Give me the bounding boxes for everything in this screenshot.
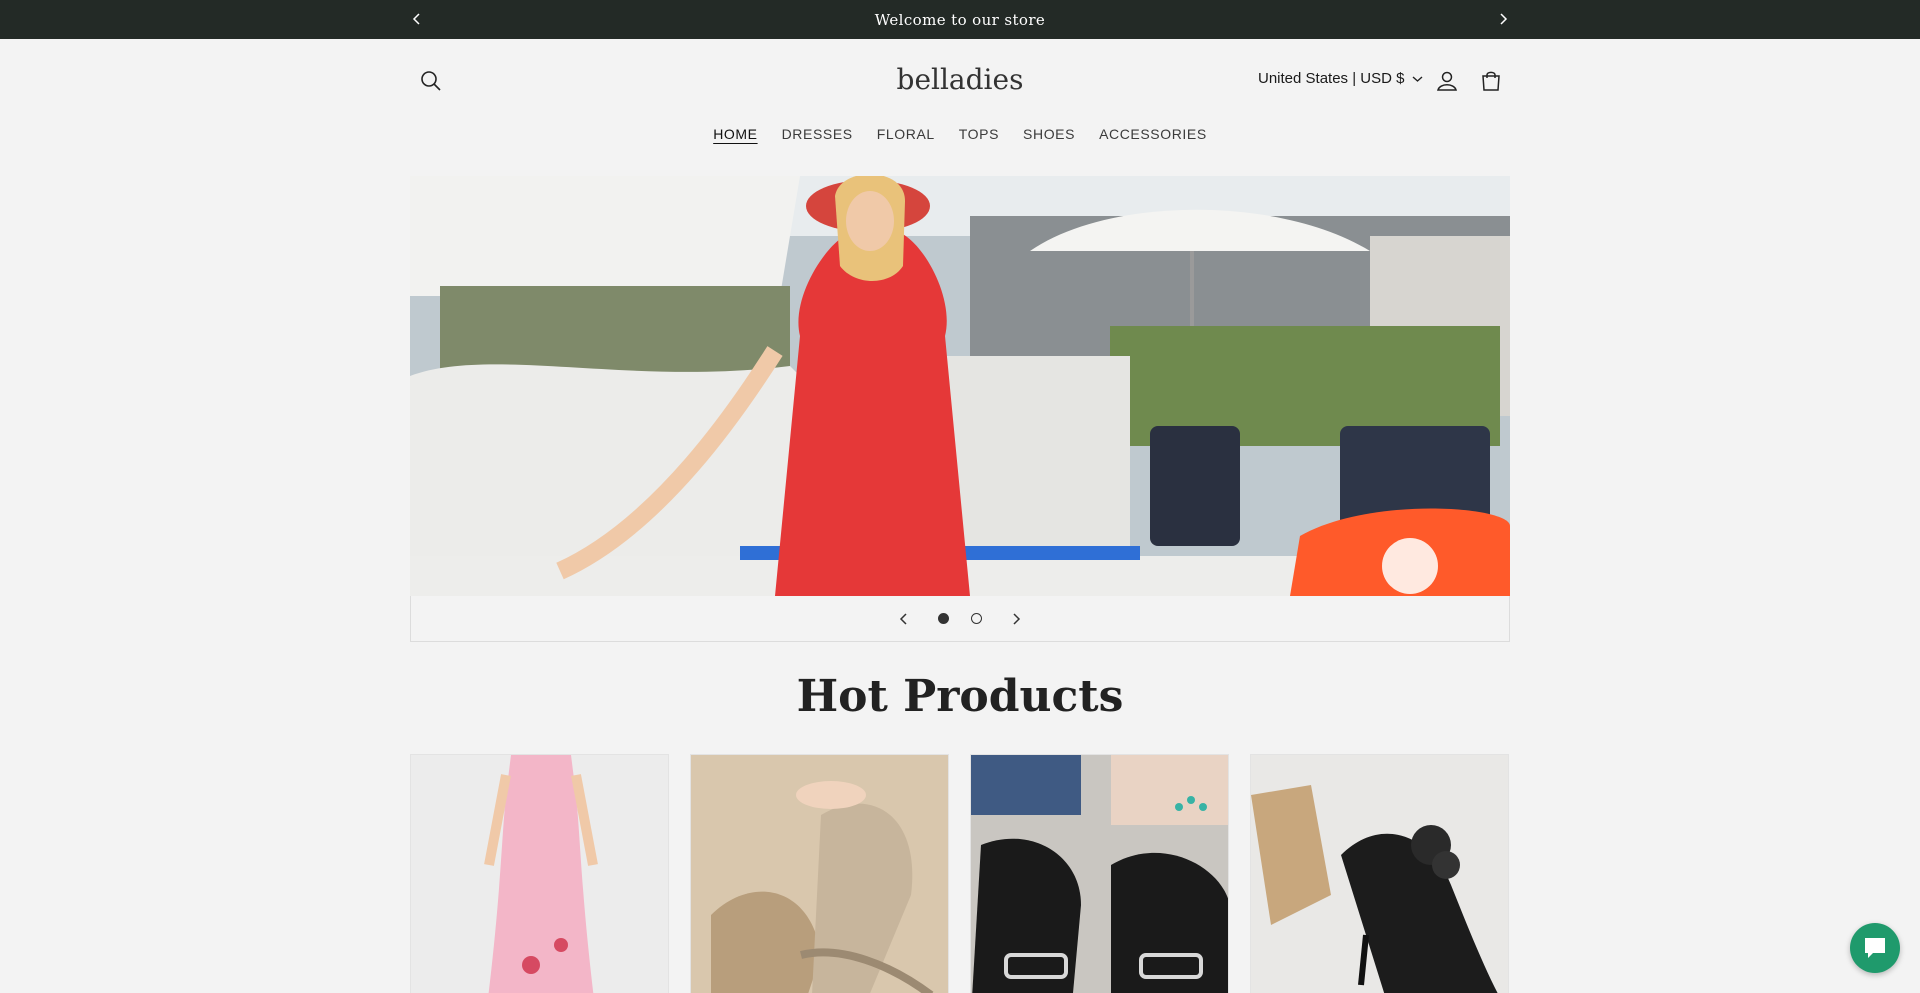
slideshow-controls bbox=[410, 596, 1510, 642]
account-button[interactable] bbox=[1429, 63, 1465, 99]
product-card-black-heels[interactable] bbox=[1250, 754, 1509, 993]
country-currency-selector[interactable]: United States | USD $ bbox=[1258, 70, 1423, 87]
chevron-right-icon bbox=[1013, 612, 1021, 625]
country-label: United States | USD $ bbox=[1258, 70, 1405, 87]
slide-next-button[interactable] bbox=[1004, 607, 1028, 631]
chat-bubble-icon bbox=[1865, 938, 1885, 958]
slide-dot-1[interactable] bbox=[938, 613, 949, 624]
nav-item-floral[interactable]: FLORAL bbox=[865, 126, 947, 142]
section-title: Hot Products bbox=[796, 671, 1124, 722]
nav-item-tops[interactable]: TOPS bbox=[947, 126, 1011, 142]
cart-button[interactable] bbox=[1473, 63, 1509, 99]
gold-sandals-image bbox=[691, 755, 948, 993]
announcement-text: Welcome to our store bbox=[874, 10, 1046, 29]
nav-item-home[interactable]: HOME bbox=[701, 126, 769, 142]
store-logo[interactable]: belladies bbox=[0, 63, 1920, 96]
black-slides-image bbox=[971, 755, 1228, 993]
cart-icon bbox=[1482, 71, 1500, 91]
slide-dot-2[interactable] bbox=[971, 613, 982, 624]
product-grid bbox=[410, 754, 1510, 993]
chevron-down-icon bbox=[1413, 75, 1423, 82]
announcement-prev-button[interactable] bbox=[407, 9, 427, 29]
account-icon bbox=[1437, 71, 1457, 91]
announcement-bar: Welcome to our store bbox=[0, 0, 1920, 39]
nav-item-shoes[interactable]: SHOES bbox=[1011, 126, 1087, 142]
nav-item-accessories[interactable]: ACCESSORIES bbox=[1087, 126, 1219, 142]
main-navigation: HOME DRESSES FLORAL TOPS SHOES ACCESSORI… bbox=[0, 126, 1920, 142]
chevron-right-icon bbox=[1500, 13, 1508, 25]
product-card-black-slides[interactable] bbox=[970, 754, 1229, 993]
slide-prev-button[interactable] bbox=[892, 607, 916, 631]
chat-button[interactable] bbox=[1850, 923, 1900, 973]
hero-slide-image[interactable] bbox=[410, 176, 1510, 596]
hero-photo bbox=[410, 176, 1510, 596]
black-heels-image bbox=[1251, 755, 1508, 993]
site-header: belladies United States | USD $ HOME DRE… bbox=[0, 39, 1920, 173]
product-card-pink-dress[interactable] bbox=[410, 754, 669, 993]
product-card-gold-sandals[interactable] bbox=[690, 754, 949, 993]
nav-item-dresses[interactable]: DRESSES bbox=[770, 126, 865, 142]
announcement-next-button[interactable] bbox=[1493, 9, 1513, 29]
pink-dress-image bbox=[411, 755, 668, 993]
chevron-left-icon bbox=[412, 13, 420, 25]
chevron-left-icon bbox=[899, 612, 907, 625]
